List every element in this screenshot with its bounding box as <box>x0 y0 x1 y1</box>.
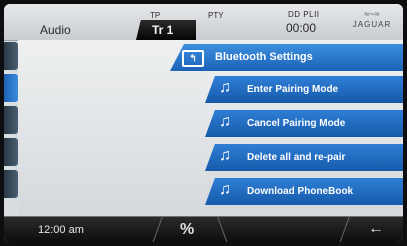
bottom-bar: 12:00 am % ← <box>4 216 403 242</box>
pty-indicator: PTY <box>208 11 224 20</box>
menu-title: Bluetooth Settings <box>215 51 313 63</box>
dolby-indicator: DD PLII <box>288 10 320 19</box>
menu-item-label: Enter Pairing Mode <box>247 84 339 95</box>
infotainment-screen: Audio TP Tr 1 PTY DD PLII 00:00 ≈~≈ JAGU… <box>4 4 403 242</box>
return-icon: ↰ <box>182 50 204 67</box>
side-tab-4[interactable] <box>4 138 18 166</box>
menu-item-label: Delete all and re-pair <box>247 152 346 163</box>
side-tab-1[interactable] <box>4 42 18 70</box>
leaper-icon: ≈~≈ <box>364 9 380 19</box>
side-tab-5[interactable] <box>4 170 18 198</box>
menu-item-label: Cancel Pairing Mode <box>247 118 346 129</box>
percent-icon[interactable]: % <box>180 221 194 239</box>
enter-pairing-mode-button[interactable]: ♫ Enter Pairing Mode <box>205 76 403 103</box>
source-label[interactable]: Audio <box>40 23 71 37</box>
divider <box>217 217 228 242</box>
download-phonebook-button[interactable]: ♫ Download PhoneBook <box>205 178 403 205</box>
music-note-icon: ♫ <box>219 79 231 96</box>
music-note-icon: ♫ <box>219 181 231 198</box>
clock: 12:00 am <box>38 224 84 236</box>
music-note-icon: ♫ <box>219 147 231 164</box>
menu-item-label: Download PhoneBook <box>247 186 354 197</box>
cancel-pairing-mode-button[interactable]: ♫ Cancel Pairing Mode <box>205 110 403 137</box>
back-arrow-icon[interactable]: ← <box>368 220 384 238</box>
brand-name: JAGUAR <box>352 20 392 29</box>
delete-and-repair-button[interactable]: ♫ Delete all and re-pair <box>205 144 403 171</box>
side-tab-3[interactable] <box>4 106 18 134</box>
tp-indicator: TP <box>150 11 161 20</box>
divider <box>152 217 163 242</box>
playback-time: 00:00 <box>286 21 317 35</box>
track-label: Tr 1 <box>152 23 174 37</box>
bluetooth-settings-header[interactable]: ↰ Bluetooth Settings <box>170 44 403 71</box>
brand-logo: ≈~≈ JAGUAR <box>347 8 397 38</box>
music-note-icon: ♫ <box>219 113 231 130</box>
track-tab[interactable]: Tr 1 <box>136 20 196 40</box>
side-tab-2[interactable] <box>4 74 18 102</box>
status-bar: Audio TP Tr 1 PTY DD PLII 00:00 ≈~≈ JAGU… <box>4 4 403 41</box>
divider <box>339 217 350 242</box>
